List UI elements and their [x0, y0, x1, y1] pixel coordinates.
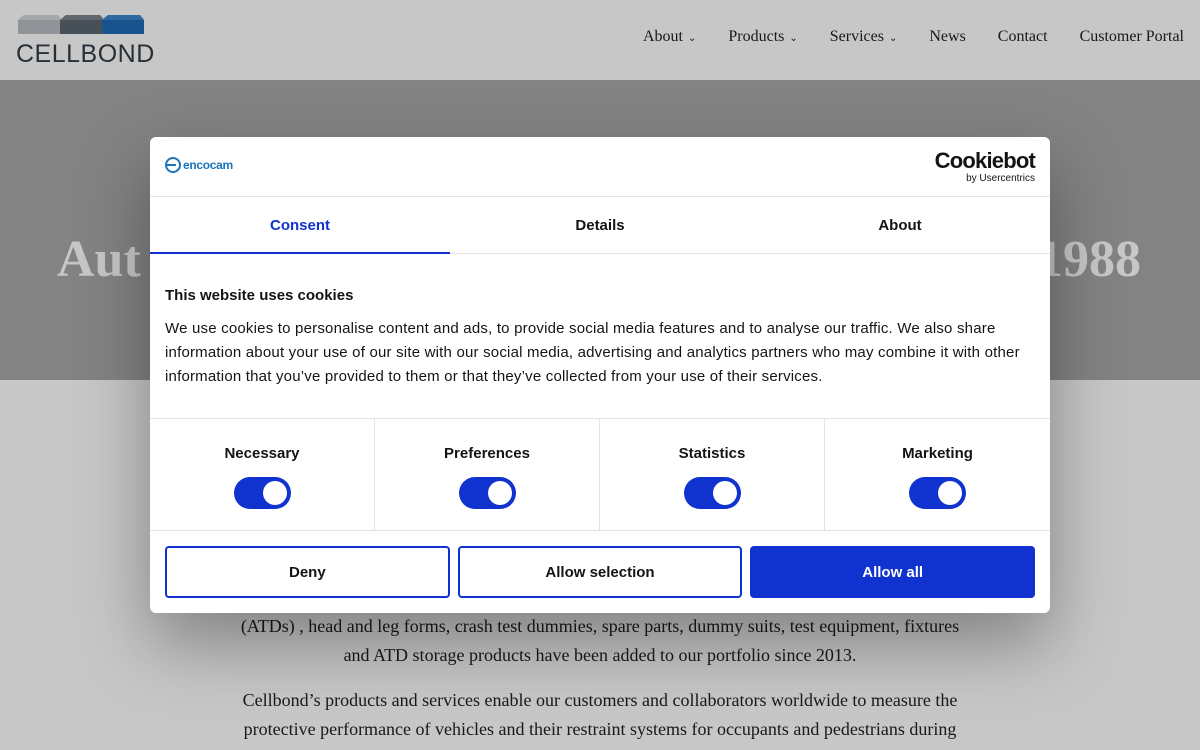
toggle-knob [262, 481, 287, 505]
cookiebot-logo[interactable]: Cookiebot by Usercentrics [934, 148, 1036, 185]
marketing-toggle[interactable] [909, 477, 966, 509]
preferences-toggle[interactable] [458, 477, 516, 509]
category-label: Preferences [444, 445, 530, 462]
deny-button[interactable]: Deny [165, 546, 450, 598]
brand-name: encocam [183, 158, 233, 172]
encocam-logo: encocam [165, 155, 233, 175]
tab-details[interactable]: Details [450, 197, 750, 253]
category-necessary: Necessary [150, 419, 375, 531]
necessary-toggle[interactable] [233, 477, 291, 509]
toggle-knob [487, 481, 512, 505]
encocam-mark-icon [165, 157, 181, 173]
category-label: Necessary [224, 445, 300, 462]
category-label: Statistics [678, 445, 746, 462]
category-label: Marketing [902, 445, 973, 462]
dialog-tabs: Consent Details About [150, 197, 1050, 254]
category-statistics: Statistics [600, 419, 825, 531]
tab-about[interactable]: About [750, 197, 1050, 253]
allow-all-button[interactable]: Allow all [750, 546, 1036, 598]
statistics-toggle[interactable] [683, 477, 741, 509]
allow-selection-button[interactable]: Allow selection [457, 546, 743, 598]
category-marketing: Marketing [825, 419, 1050, 531]
consent-actions: Deny Allow selection Allow all [165, 546, 1036, 598]
dialog-header: encocam Cookiebot by Usercentrics [150, 137, 1050, 197]
cookiebot-byline: by Usercentrics [966, 173, 1035, 184]
cookiebot-wordmark: Cookiebot [934, 148, 1036, 173]
consent-text: We use cookies to personalise content an… [165, 320, 1020, 385]
toggle-knob [712, 481, 737, 505]
category-preferences: Preferences [375, 419, 600, 531]
cookie-consent-dialog: encocam Cookiebot by Usercentrics Consen… [150, 137, 1050, 613]
consent-body: This website uses cookies We use cookies… [165, 287, 1035, 389]
toggle-knob [938, 481, 962, 505]
consent-categories: Necessary Preferences Statistics Marketi… [150, 418, 1050, 531]
consent-heading: This website uses cookies [165, 287, 354, 304]
tab-consent[interactable]: Consent [150, 197, 450, 254]
